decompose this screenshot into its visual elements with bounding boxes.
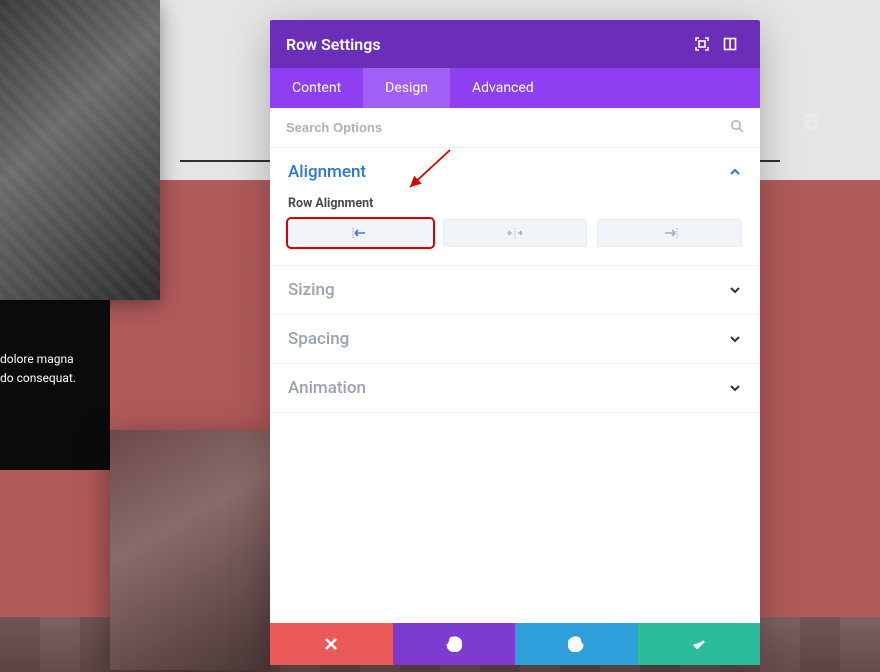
modal-tabs: Content Design Advanced <box>270 68 760 108</box>
section-alignment-header[interactable]: Alignment <box>270 148 760 196</box>
section-animation: Animation <box>270 364 760 413</box>
chevron-down-icon <box>728 283 742 297</box>
background-lorem-block: dolore magna do consequat. <box>0 300 110 470</box>
lorem-line: do consequat. <box>0 369 102 388</box>
section-animation-title: Animation <box>288 378 728 398</box>
tab-advanced[interactable]: Advanced <box>450 68 556 108</box>
align-center-button[interactable] <box>443 219 588 247</box>
section-spacing-title: Spacing <box>288 329 728 349</box>
section-alignment-title: Alignment <box>288 162 728 182</box>
cancel-button[interactable] <box>270 623 393 665</box>
section-sizing-header[interactable]: Sizing <box>270 266 760 314</box>
section-spacing-header[interactable]: Spacing <box>270 315 760 363</box>
snap-icon[interactable] <box>716 30 744 58</box>
section-animation-header[interactable]: Animation <box>270 364 760 412</box>
chevron-up-icon <box>728 165 742 179</box>
background-heading: a <box>803 100 820 138</box>
modal-title: Row Settings <box>286 35 688 54</box>
section-alignment: Alignment Row Alignment <box>270 148 760 266</box>
redo-button[interactable] <box>515 623 638 665</box>
modal-header: Row Settings <box>270 20 760 68</box>
row-settings-modal: Row Settings Content Design Advanced Ali… <box>270 20 760 665</box>
tab-design[interactable]: Design <box>363 68 450 108</box>
section-spacing: Spacing <box>270 315 760 364</box>
modal-body-fill <box>270 413 760 623</box>
save-button[interactable] <box>638 623 761 665</box>
background-photo-1 <box>0 0 160 300</box>
align-right-button[interactable] <box>597 219 742 247</box>
chevron-down-icon <box>728 381 742 395</box>
undo-button[interactable] <box>393 623 516 665</box>
expand-icon[interactable] <box>688 30 716 58</box>
lorem-line: dolore magna <box>0 350 102 369</box>
modal-footer <box>270 623 760 665</box>
background-photo-2 <box>110 430 270 670</box>
tab-content[interactable]: Content <box>270 68 363 108</box>
search-icon[interactable] <box>730 118 744 137</box>
section-sizing-title: Sizing <box>288 280 728 300</box>
chevron-down-icon <box>728 332 742 346</box>
align-left-button[interactable] <box>288 219 433 247</box>
row-alignment-control <box>288 219 742 247</box>
search-input[interactable] <box>286 120 730 135</box>
section-alignment-body: Row Alignment <box>270 196 760 265</box>
row-alignment-label: Row Alignment <box>288 196 742 211</box>
search-bar <box>270 108 760 148</box>
page-canvas: a dolore magna do consequat. Row Setting… <box>0 0 880 672</box>
section-sizing: Sizing <box>270 266 760 315</box>
